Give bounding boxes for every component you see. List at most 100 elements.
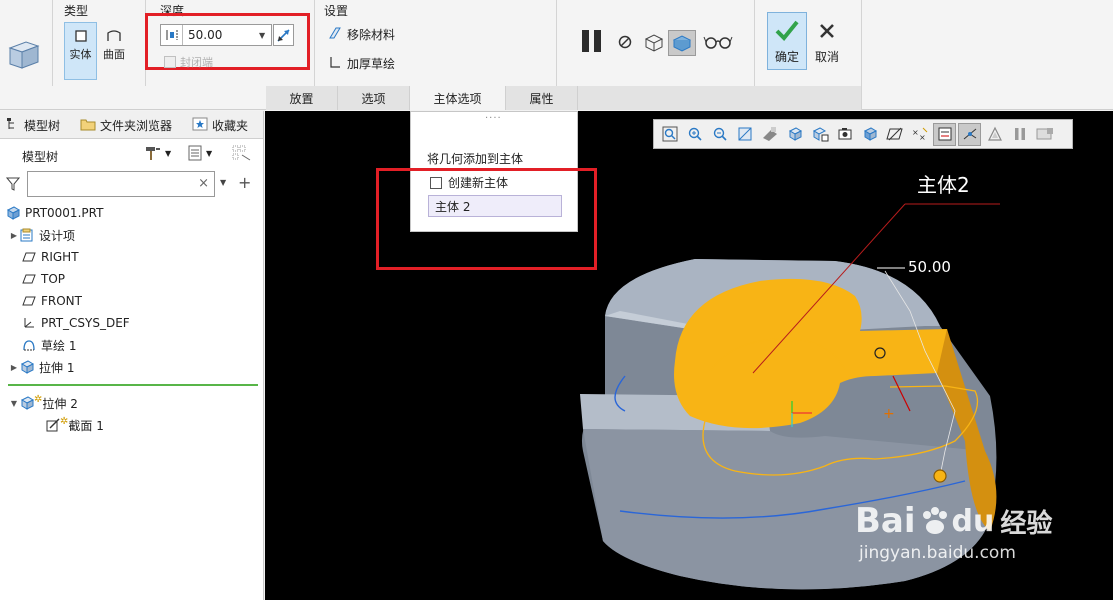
tree-item-sketch[interactable]: 草绘 1 bbox=[0, 334, 76, 356]
animation-pause-button[interactable] bbox=[1008, 123, 1031, 146]
perspective-view-button[interactable] bbox=[833, 123, 856, 146]
display-style-icon bbox=[762, 127, 777, 141]
svg-text:×: × bbox=[912, 128, 919, 137]
seal-ends-checkbox: 封闭端 bbox=[164, 54, 213, 70]
zoom-in-icon bbox=[688, 127, 702, 141]
surface-button[interactable]: 曲面 bbox=[99, 22, 129, 80]
zoom-in-button[interactable] bbox=[683, 123, 706, 146]
datum-plane-icon bbox=[22, 272, 36, 286]
collapse-arrow-icon[interactable]: ▼ bbox=[8, 399, 20, 408]
search-dropdown-icon[interactable]: ▼ bbox=[220, 178, 226, 187]
settings-group-label: 设置 bbox=[324, 4, 349, 18]
ok-button[interactable]: 确定 bbox=[767, 12, 807, 70]
appearance-button[interactable] bbox=[1033, 123, 1056, 146]
repaint-button[interactable] bbox=[733, 123, 756, 146]
solid-icon bbox=[74, 29, 88, 46]
refit-button[interactable] bbox=[658, 123, 681, 146]
favorites-icon bbox=[192, 117, 208, 134]
part-icon bbox=[6, 206, 20, 220]
no-preview-button[interactable] bbox=[617, 34, 633, 53]
view-manager-button[interactable] bbox=[808, 123, 831, 146]
geometry-preview-icon bbox=[644, 34, 664, 52]
tree-item-design-items[interactable]: ▶ 设计项 bbox=[0, 224, 75, 246]
tree-search-input[interactable]: × bbox=[27, 171, 215, 197]
tab-model-tree[interactable]: 模型树 bbox=[6, 117, 60, 134]
svg-text:+: + bbox=[883, 406, 895, 422]
refit-icon bbox=[662, 126, 677, 142]
geometry-preview-button[interactable] bbox=[643, 32, 665, 55]
appearance-icon bbox=[1036, 128, 1053, 140]
clear-search-icon[interactable]: × bbox=[198, 176, 209, 191]
tree-columns-icon[interactable] bbox=[232, 145, 252, 164]
annotation-display-button[interactable] bbox=[933, 122, 956, 146]
feature-preview-icon bbox=[672, 35, 692, 52]
hammer-icon bbox=[146, 147, 160, 160]
section-view-button[interactable] bbox=[858, 123, 881, 146]
body-annotation-label: 主体2 bbox=[917, 173, 970, 197]
tree-item-section[interactable]: ✲ 截面 1 bbox=[0, 414, 104, 436]
sketch-icon bbox=[22, 338, 36, 352]
panel-grip-icon[interactable]: ···· bbox=[485, 113, 502, 124]
tree-item-csys[interactable]: PRT_CSYS_DEF bbox=[0, 312, 130, 334]
annotation-display-icon bbox=[938, 127, 951, 141]
datum-planes-button[interactable] bbox=[883, 123, 906, 146]
depth-blind-icon[interactable] bbox=[161, 25, 183, 45]
tree-item-extrude-2[interactable]: ▼ ✲ 拉伸 2 bbox=[0, 392, 78, 414]
feature-preview-button[interactable] bbox=[668, 30, 696, 56]
display-style-button[interactable] bbox=[758, 123, 781, 146]
zoom-out-icon bbox=[713, 127, 727, 141]
coordinate-system-icon bbox=[22, 316, 36, 330]
saved-orientations-button[interactable] bbox=[783, 123, 806, 146]
baidu-watermark: Bai du 经验 jingyan.baidu.com bbox=[855, 501, 1053, 563]
depth-input[interactable]: 50.00 ▼ bbox=[160, 24, 272, 46]
pause-button[interactable] bbox=[578, 30, 604, 54]
add-filter-icon[interactable]: + bbox=[238, 173, 251, 192]
remove-material-button[interactable]: 移除材料 bbox=[328, 26, 395, 43]
triangle-icon bbox=[987, 126, 1002, 141]
flip-direction-button[interactable] bbox=[273, 24, 294, 46]
spin-center-icon bbox=[963, 128, 976, 140]
tree-settings-button[interactable]: ▼ bbox=[144, 145, 171, 161]
insert-indicator-line[interactable] bbox=[8, 384, 258, 386]
extrude-icon bbox=[20, 360, 34, 374]
datum-points-button[interactable]: × × bbox=[908, 123, 931, 146]
thicken-sketch-icon bbox=[328, 55, 342, 72]
expand-arrow-icon[interactable]: ▶ bbox=[8, 363, 20, 372]
spin-center-button[interactable] bbox=[958, 122, 981, 146]
thicken-sketch-button[interactable]: 加厚草绘 bbox=[328, 55, 395, 72]
body-options-highlight-frame bbox=[376, 168, 597, 270]
dashboard-tabs: 放置 选项 主体选项 属性 bbox=[266, 86, 861, 110]
tree-item-top[interactable]: TOP bbox=[0, 268, 65, 290]
pause-icon bbox=[1014, 128, 1025, 140]
no-preview-icon bbox=[618, 35, 632, 49]
zoom-out-button[interactable] bbox=[708, 123, 731, 146]
extrude-feature-icon bbox=[6, 38, 42, 70]
seal-ends-icon bbox=[164, 56, 176, 68]
solid-button[interactable]: 实体 bbox=[64, 22, 97, 80]
expand-arrow-icon[interactable]: ▶ bbox=[8, 231, 20, 240]
tab-options[interactable]: 选项 bbox=[338, 86, 410, 110]
tree-item-front[interactable]: FRONT bbox=[0, 290, 82, 312]
depth-dimension-label[interactable]: 50.00 bbox=[908, 258, 951, 276]
tree-item-extrude-1[interactable]: ▶ 拉伸 1 bbox=[0, 356, 74, 378]
shading-toggle-button[interactable] bbox=[983, 123, 1006, 146]
tab-body-options[interactable]: 主体选项 bbox=[410, 86, 506, 110]
filter-icon bbox=[5, 177, 21, 194]
surface-icon bbox=[106, 29, 122, 46]
depth-value[interactable]: 50.00 bbox=[183, 28, 259, 42]
datum-plane-icon bbox=[22, 250, 36, 264]
tree-filter-button[interactable]: ▼ bbox=[187, 145, 212, 161]
tree-header-label: 模型树 bbox=[22, 150, 59, 164]
tree-item-right[interactable]: RIGHT bbox=[0, 246, 79, 268]
tab-folder-browser[interactable]: 文件夹浏览器 bbox=[80, 117, 172, 134]
depth-dropdown-icon[interactable]: ▼ bbox=[259, 31, 271, 40]
new-feature-asterisk-icon: ✲ bbox=[34, 393, 43, 405]
repaint-icon bbox=[738, 127, 751, 141]
verify-button[interactable] bbox=[703, 34, 733, 53]
tree-item-part[interactable]: PRT0001.PRT bbox=[0, 202, 103, 224]
cancel-button[interactable]: 取消 bbox=[810, 12, 844, 70]
tab-favorites[interactable]: 收藏夹 bbox=[192, 117, 248, 134]
tab-placement[interactable]: 放置 bbox=[266, 86, 338, 110]
tab-properties[interactable]: 属性 bbox=[506, 86, 578, 110]
flip-direction-icon bbox=[277, 28, 290, 42]
